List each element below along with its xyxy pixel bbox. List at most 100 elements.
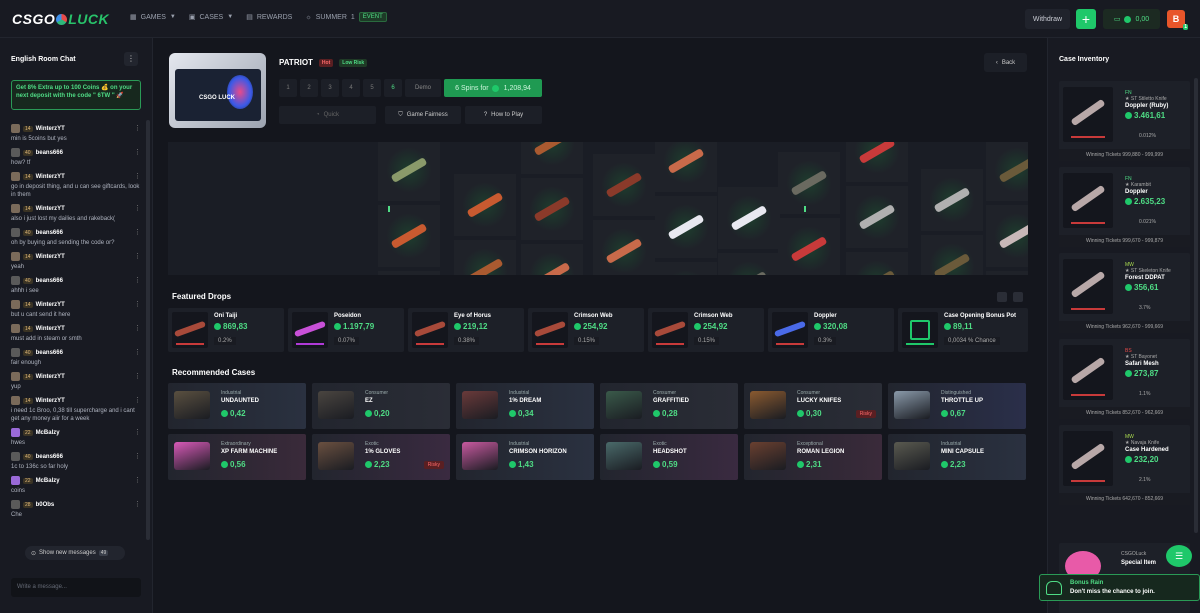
featured-drop-card[interactable]: Crimson Web 254,92 0.15% (648, 308, 764, 352)
avatar[interactable] (11, 324, 20, 333)
withdraw-button[interactable]: Withdraw (1025, 9, 1070, 29)
avatar[interactable] (11, 476, 20, 485)
username[interactable]: WinterzYT (36, 126, 65, 132)
case-card[interactable]: Exceptional ROMAN LEGION 2,31 (744, 434, 882, 480)
message-menu-icon[interactable]: ⋮ (134, 228, 141, 236)
nav-rewards[interactable]: ▤ REWARDS (246, 13, 292, 22)
username[interactable]: b0Obs (36, 502, 55, 508)
username[interactable]: McBalzy (36, 430, 60, 436)
how-to-play-button[interactable]: ? How to Play (465, 106, 542, 124)
featured-drop-card[interactable]: Eye of Horus 219,12 0.38% (408, 308, 524, 352)
case-card[interactable]: Consumer EZ 0,20 (312, 383, 450, 429)
avatar[interactable] (11, 372, 20, 381)
inventory-item[interactable]: MW ★ Navaja Knife Case Hardened 232,20 2.1% W… (1059, 425, 1190, 505)
demo-button[interactable]: Demo (405, 79, 441, 97)
username[interactable]: WinterzYT (36, 206, 65, 212)
chat-scrollbar[interactable] (146, 120, 150, 540)
back-button[interactable]: ‹ Back (984, 53, 1027, 72)
balance-display[interactable]: ▭ 0,00 (1103, 9, 1160, 29)
username[interactable]: WinterzYT (36, 398, 65, 404)
bonus-rain-toast[interactable]: Bonus Rain Don't miss the chance to join. (1039, 574, 1200, 601)
avatar[interactable] (11, 428, 20, 437)
spin-count-5[interactable]: 5 (363, 79, 381, 97)
featured-drop-card[interactable]: Oni Taiji 869,83 0.2% (168, 308, 284, 352)
featured-next-button[interactable] (1013, 292, 1023, 302)
case-card[interactable]: Distinguished THROTTLE UP 0,67 (888, 383, 1026, 429)
avatar[interactable] (11, 452, 20, 461)
case-card[interactable]: Consumer GRAFFITIED 0,28 (600, 383, 738, 429)
inventory-item[interactable]: BS ★ ST Bayonet Safari Mesh 273,87 1.1% Winni… (1059, 339, 1190, 419)
username[interactable]: beans666 (36, 350, 63, 356)
message-menu-icon[interactable]: ⋮ (134, 348, 141, 356)
spin-count-1[interactable]: 1 (279, 79, 297, 97)
case-card[interactable]: Exotic 1% GLOVES 2,23 Risky (312, 434, 450, 480)
spin-count-2[interactable]: 2 (300, 79, 318, 97)
message-menu-icon[interactable]: ⋮ (134, 172, 141, 180)
logo[interactable]: CSGO LUCK (12, 11, 109, 27)
avatar[interactable] (11, 228, 20, 237)
nav-games[interactable]: ▦ GAMES ▼ (130, 13, 176, 22)
spin-count-4[interactable]: 4 (342, 79, 360, 97)
message-menu-icon[interactable]: ⋮ (134, 324, 141, 332)
inventory-item[interactable]: FN ★ ST Stiletto Knife Doppler (Ruby) 3.461… (1059, 81, 1190, 161)
message-menu-icon[interactable]: ⋮ (134, 372, 141, 380)
support-chat-icon[interactable]: ☰ (1166, 545, 1192, 567)
message-menu-icon[interactable]: ⋮ (134, 428, 141, 436)
username[interactable]: WinterzYT (36, 174, 65, 180)
avatar[interactable] (11, 124, 20, 133)
username[interactable]: beans666 (36, 150, 63, 156)
case-card[interactable]: Consumer LUCKY KNIFES 0,30 Risky (744, 383, 882, 429)
username[interactable]: WinterzYT (36, 326, 65, 332)
username[interactable]: WinterzYT (36, 254, 65, 260)
avatar[interactable] (11, 396, 20, 405)
avatar[interactable] (11, 348, 20, 357)
featured-drop-card[interactable]: Case Opening Bonus Pot 89,11 0,0034 % Chan… (898, 308, 1028, 352)
username[interactable]: beans666 (36, 454, 63, 460)
case-card[interactable]: Extraordinary XP FARM MACHINE 0,56 (168, 434, 306, 480)
message-menu-icon[interactable]: ⋮ (134, 276, 141, 284)
nav-summer[interactable]: ☼ SUMMER 1 EVENT (305, 12, 387, 22)
featured-drop-card[interactable]: Poseidon 1.197,79 0.07% (288, 308, 404, 352)
message-menu-icon[interactable]: ⋮ (134, 252, 141, 260)
message-menu-icon[interactable]: ⋮ (134, 124, 141, 132)
inventory-item[interactable]: MW ★ ST Skeleton Knife Forest DDPAT 356,61 3… (1059, 253, 1190, 333)
avatar[interactable] (11, 500, 20, 509)
featured-drop-card[interactable]: Crimson Web 254,92 0.15% (528, 308, 644, 352)
avatar[interactable] (11, 252, 20, 261)
spin-count-6[interactable]: 6 (384, 79, 402, 97)
avatar[interactable] (11, 300, 20, 309)
promo-banner[interactable]: Get 8% Extra up to 100 Coins 💰 on your n… (11, 80, 141, 110)
chat-input[interactable]: Write a message... (11, 578, 141, 597)
username[interactable]: McBalzy (36, 478, 60, 484)
chat-menu-icon[interactable]: ⋮ (124, 52, 138, 66)
show-new-messages-button[interactable]: ⊙ Show new messages 49 (25, 546, 125, 560)
message-menu-icon[interactable]: ⋮ (134, 396, 141, 404)
case-card[interactable]: Industrial UNDAUNTED 0,42 (168, 383, 306, 429)
avatar[interactable] (11, 204, 20, 213)
inventory-item[interactable]: FN ★ Karambit Doppler 2.635,23 0.021% Winning… (1059, 167, 1190, 247)
inventory-scrollbar[interactable] (1194, 78, 1198, 533)
case-card[interactable]: Industrial CRIMSON HORIZON 1,43 (456, 434, 594, 480)
quick-toggle[interactable]: ◔ Quick (279, 106, 376, 124)
featured-drop-card[interactable]: Doppler 320,08 0.3% (768, 308, 894, 352)
username[interactable]: WinterzYT (36, 302, 65, 308)
message-menu-icon[interactable]: ⋮ (134, 300, 141, 308)
avatar[interactable]: B1 (1167, 10, 1188, 30)
case-card[interactable]: Industrial MINI CAPSULE 2,23 (888, 434, 1026, 480)
username[interactable]: beans666 (36, 230, 63, 236)
message-menu-icon[interactable]: ⋮ (134, 148, 141, 156)
username[interactable]: beans666 (36, 278, 63, 284)
message-menu-icon[interactable]: ⋮ (134, 500, 141, 508)
message-menu-icon[interactable]: ⋮ (134, 204, 141, 212)
message-menu-icon[interactable]: ⋮ (134, 452, 141, 460)
case-card[interactable]: Exotic HEADSHOT 0,59 (600, 434, 738, 480)
message-menu-icon[interactable]: ⋮ (134, 476, 141, 484)
username[interactable]: WinterzYT (36, 374, 65, 380)
avatar[interactable] (11, 172, 20, 181)
nav-cases[interactable]: ▣ CASES ▼ (189, 13, 233, 22)
avatar[interactable] (11, 276, 20, 285)
spin-count-3[interactable]: 3 (321, 79, 339, 97)
featured-prev-button[interactable] (997, 292, 1007, 302)
avatar[interactable] (11, 148, 20, 157)
game-fairness-button[interactable]: ⛉ Game Fairness (385, 106, 461, 124)
